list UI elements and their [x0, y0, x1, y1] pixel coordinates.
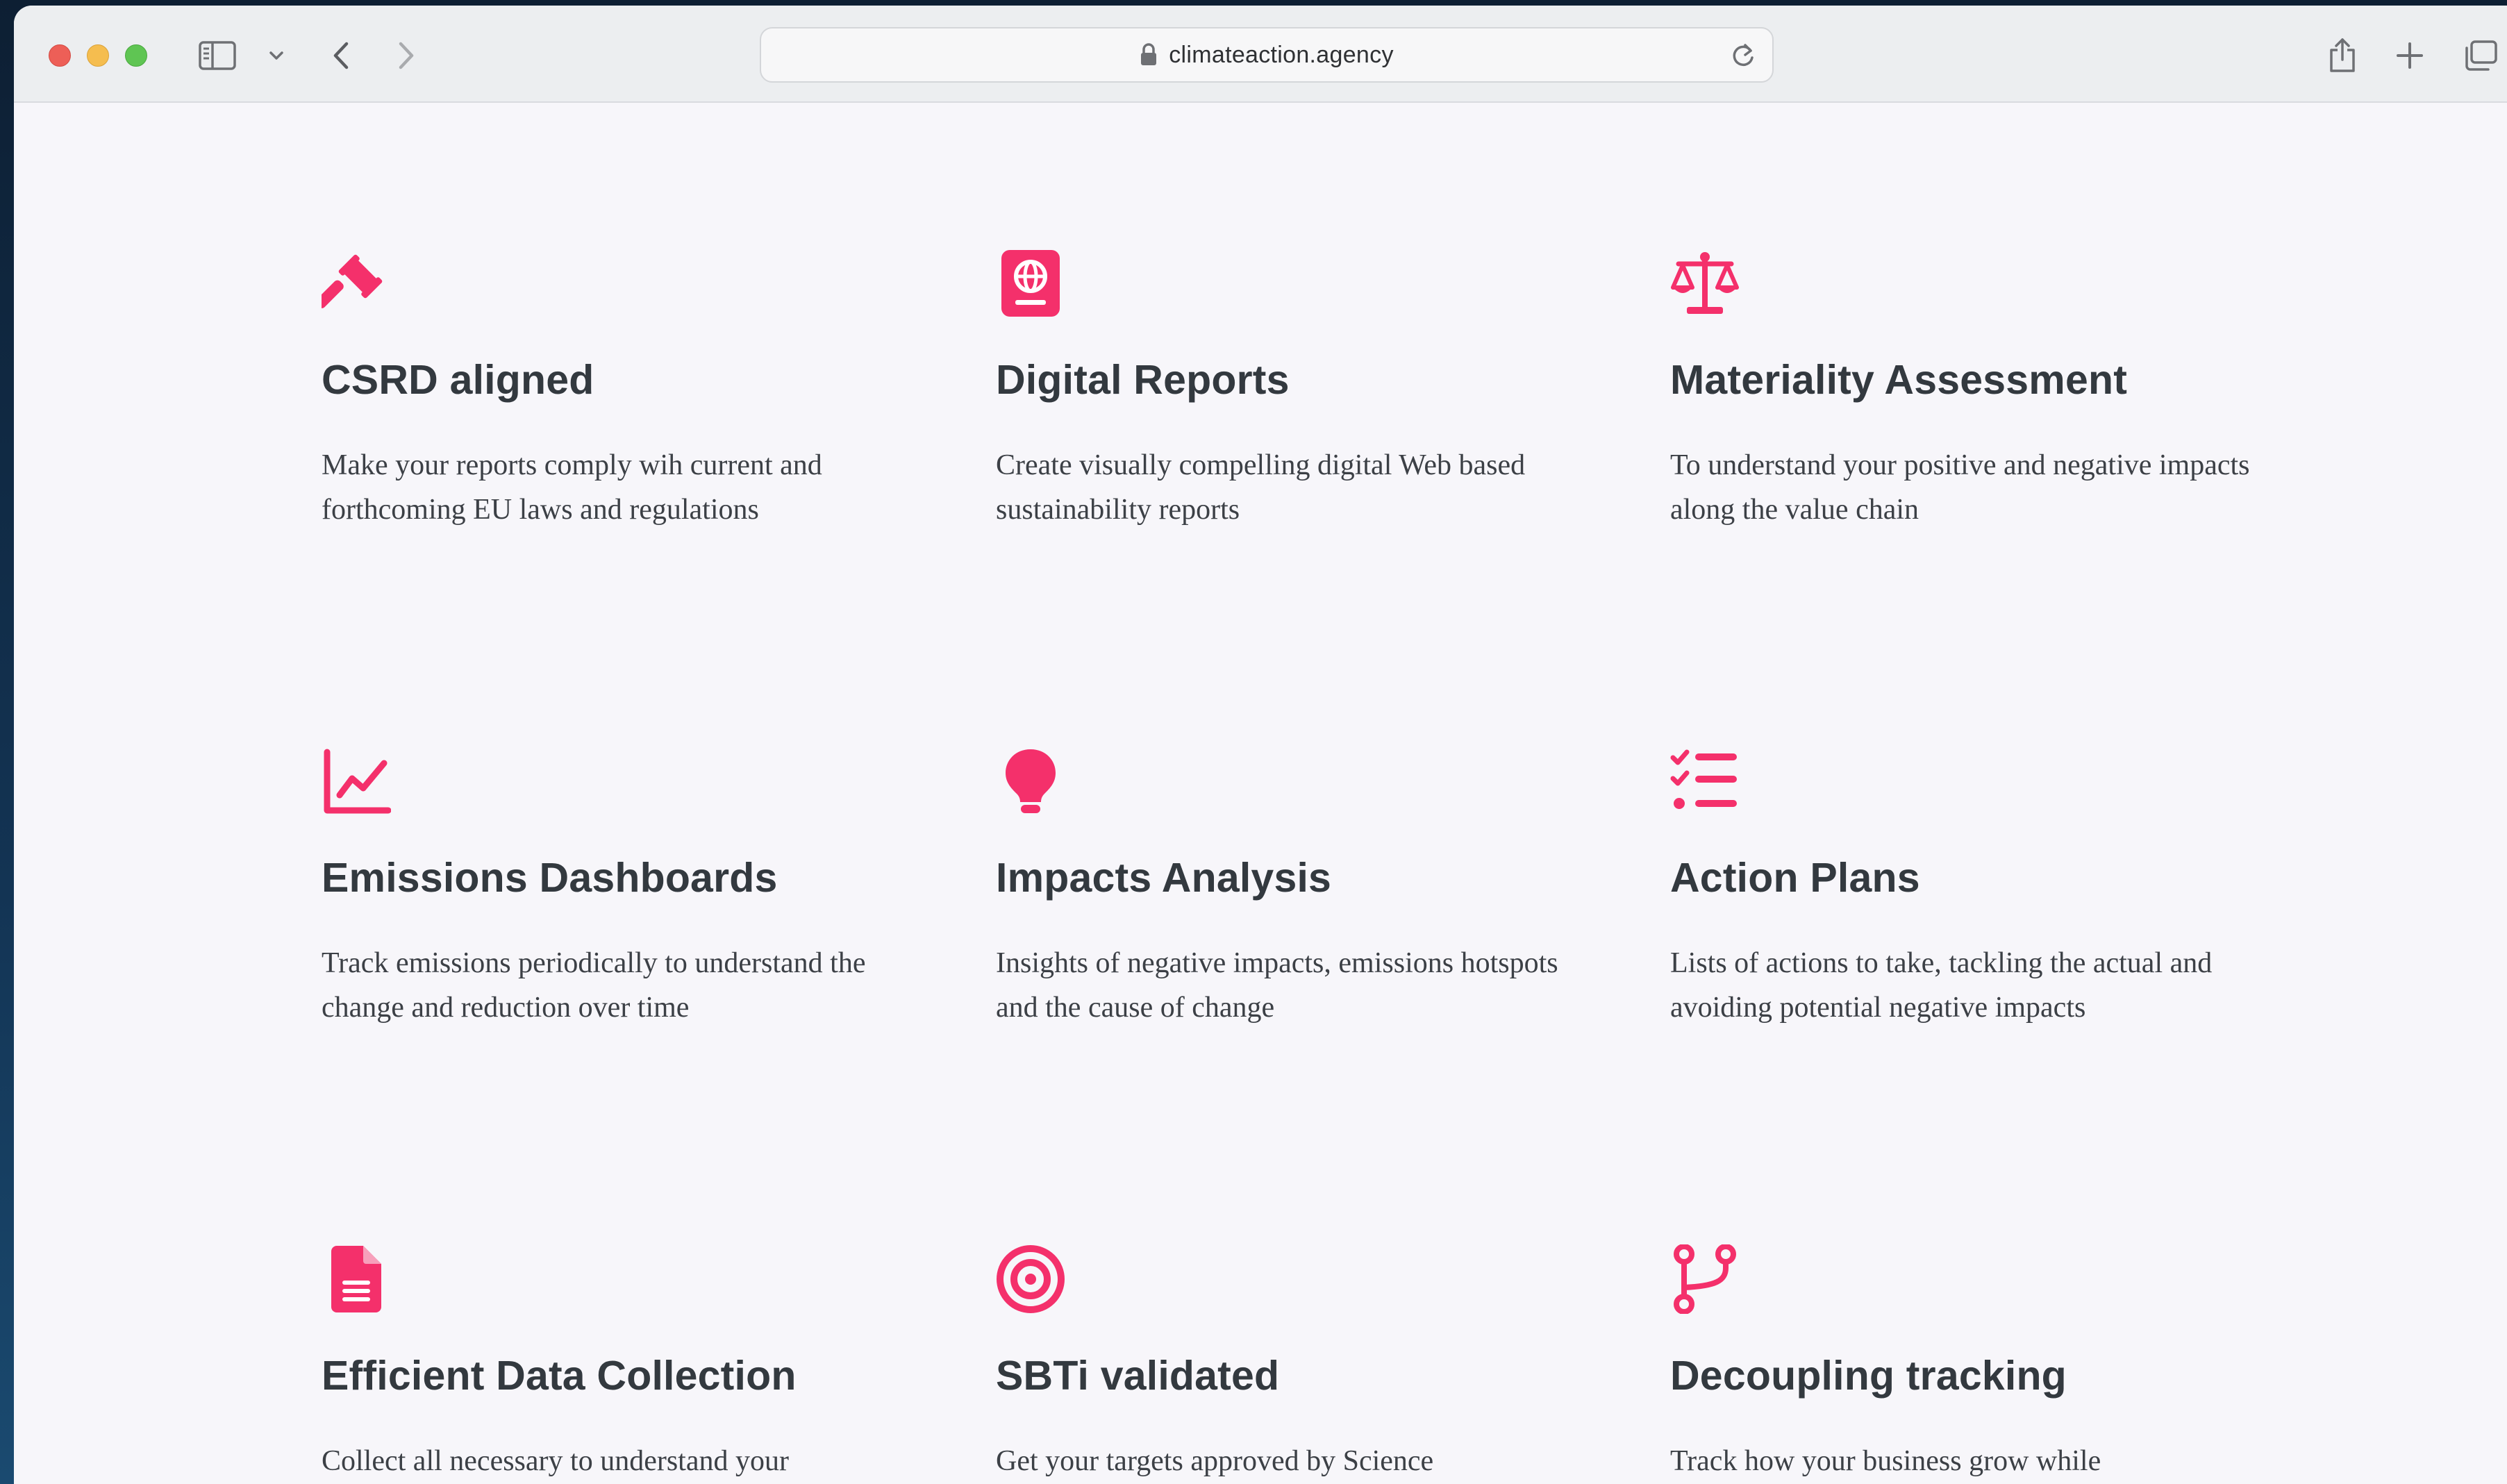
browser-window: climateaction.agency CSRD aligned Make y…	[14, 6, 2507, 1484]
feature-title: Decoupling tracking	[1670, 1353, 2067, 1399]
new-tab-button[interactable]	[2392, 33, 2427, 78]
tabs-overview-icon	[2465, 40, 2497, 71]
feature-title: Emissions Dashboards	[322, 855, 778, 901]
passport-globe-icon	[1001, 250, 1060, 317]
chevron-left-icon	[333, 42, 349, 69]
feature-description: Get your targets approved by Science	[996, 1445, 1434, 1477]
feature-description: To understand your positive and negative…	[1670, 449, 2250, 526]
plus-icon	[2397, 42, 2423, 69]
forward-button[interactable]	[389, 33, 424, 78]
browser-toolbar: climateaction.agency	[14, 6, 2507, 103]
chevron-right-icon	[399, 42, 414, 69]
feature-description: Insights of negative impacts, emissions …	[996, 947, 1558, 1024]
feature-description: Lists of actions to take, tackling the a…	[1670, 947, 2213, 1024]
feature-description: Track emissions periodically to understa…	[322, 947, 866, 1024]
feature-description: Make your reports comply wih current and…	[322, 449, 822, 526]
minimize-window-button[interactable]	[87, 44, 109, 67]
gavel-icon	[322, 254, 383, 308]
close-window-button[interactable]	[49, 44, 71, 67]
back-button[interactable]	[324, 33, 358, 78]
sidebar-menu-button[interactable]	[263, 33, 290, 78]
feature-description: Track how your business grow while	[1670, 1445, 2101, 1477]
branch-icon	[1674, 1244, 1736, 1314]
feature-title: Digital Reports	[996, 357, 1290, 403]
reload-button[interactable]	[1729, 41, 1757, 74]
feature-title: Impacts Analysis	[996, 855, 1332, 901]
zoom-window-button[interactable]	[125, 44, 147, 67]
feature-title: Action Plans	[1670, 855, 1920, 901]
document-icon	[331, 1246, 381, 1312]
scales-icon	[1671, 252, 1739, 314]
lock-icon	[1141, 43, 1157, 65]
sidebar-icon	[199, 41, 236, 70]
sidebar-toggle-button[interactable]	[193, 33, 242, 78]
feature-description: Create visually compelling digital Web b…	[996, 449, 1526, 526]
share-button[interactable]	[2325, 33, 2360, 78]
feature-title: CSRD aligned	[322, 357, 594, 403]
chevron-down-icon	[269, 51, 283, 60]
feature-description: Collect all necessary to understand your	[322, 1445, 789, 1477]
tab-overview-button[interactable]	[2461, 33, 2500, 78]
feature-title: Efficient Data Collection	[322, 1353, 797, 1399]
feature-title: SBTi validated	[996, 1353, 1280, 1399]
address-bar[interactable]: climateaction.agency	[760, 27, 1774, 83]
feature-title: Materiality Assessment	[1670, 357, 2128, 403]
line-chart-icon	[324, 749, 391, 814]
url-text: climateaction.agency	[1169, 41, 1394, 68]
page-content: CSRD aligned Make your reports comply wi…	[14, 104, 2507, 1484]
share-icon	[2330, 38, 2355, 72]
lightbulb-icon	[1006, 749, 1056, 813]
checklist-icon	[1670, 749, 1737, 809]
reload-icon	[1733, 44, 1754, 67]
target-icon	[997, 1245, 1065, 1313]
